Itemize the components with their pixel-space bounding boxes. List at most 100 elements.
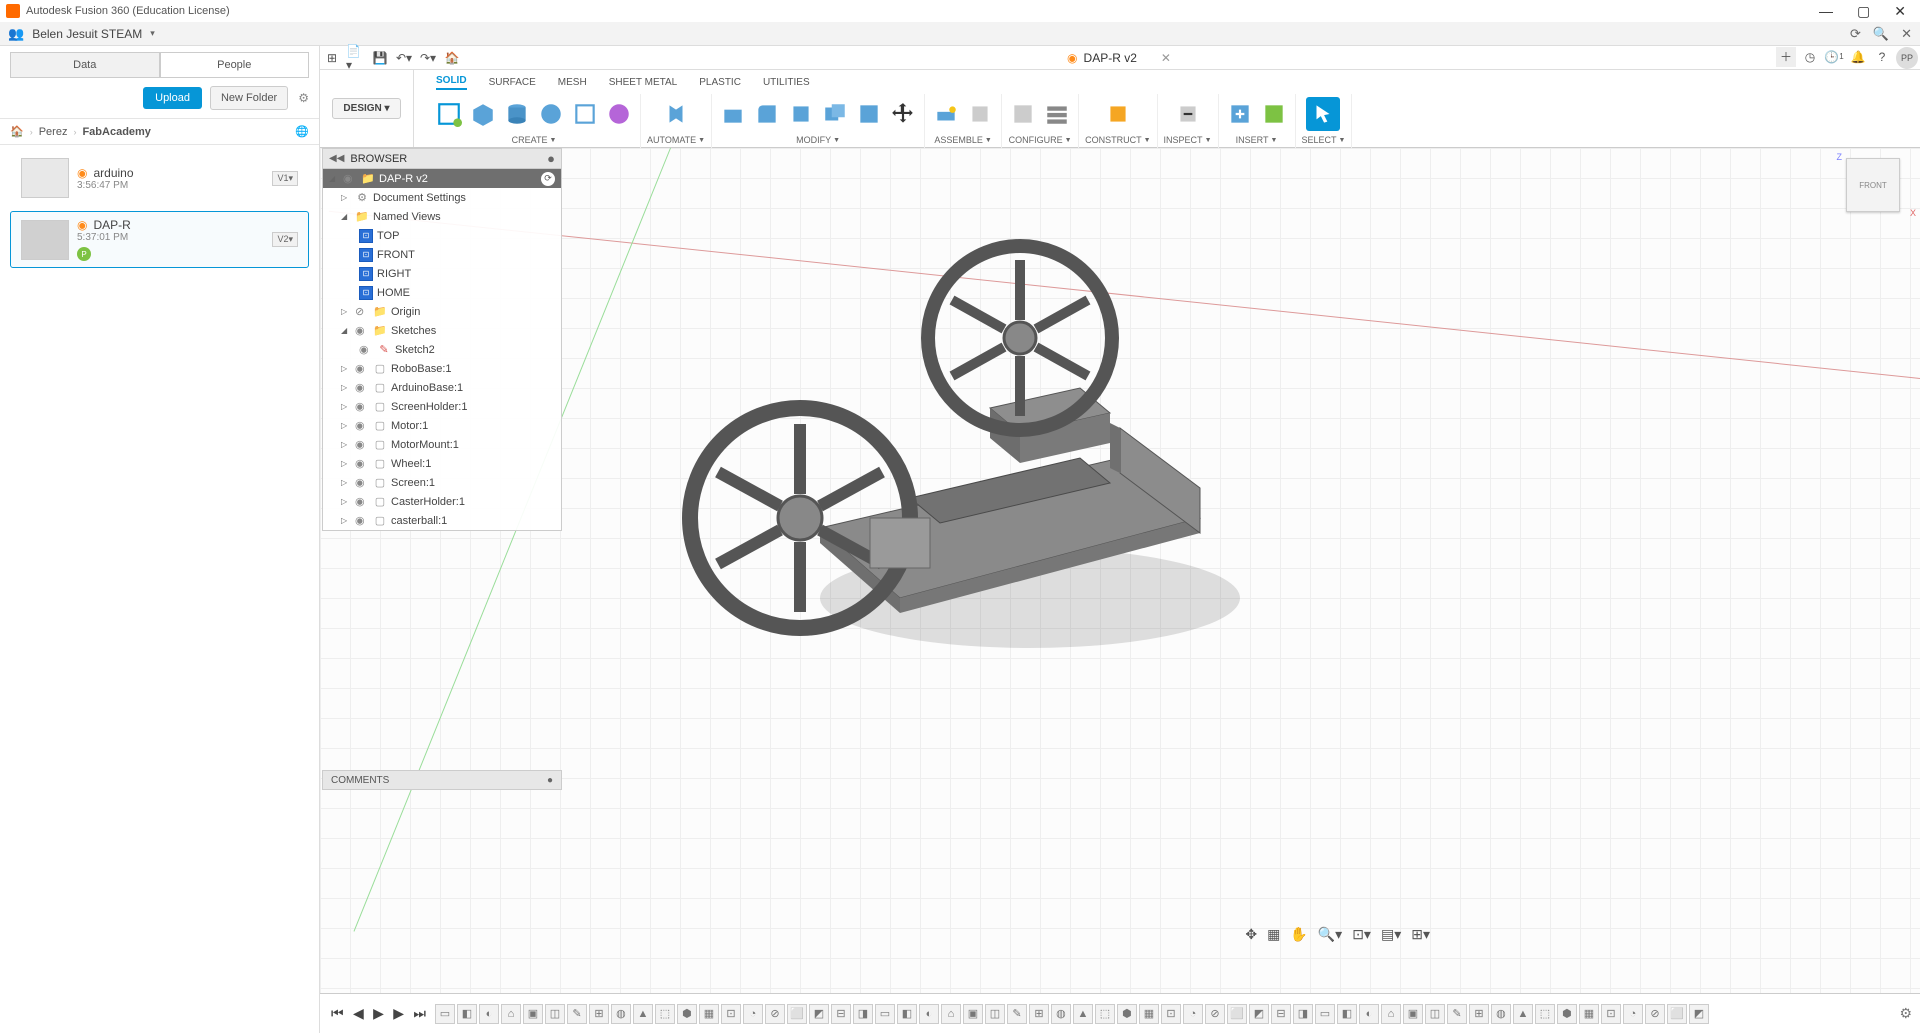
timeline-step[interactable]: ◐: [479, 1004, 499, 1024]
tab-solid[interactable]: SOLID: [436, 75, 467, 90]
timeline-step[interactable]: ◧: [1337, 1004, 1357, 1024]
timeline-step[interactable]: ◍: [1491, 1004, 1511, 1024]
timeline-step[interactable]: ⊘: [765, 1004, 785, 1024]
timeline-step[interactable]: ▣: [963, 1004, 983, 1024]
grid-icon[interactable]: ⊞: [322, 48, 342, 68]
minimize-icon[interactable]: —: [1819, 3, 1833, 20]
timeline-step[interactable]: ⊟: [831, 1004, 851, 1024]
browser-comp[interactable]: ▷◉▢Motor:1: [323, 416, 561, 435]
doc-tab[interactable]: ◉ DAP-R v2 ✕: [1057, 46, 1181, 69]
tl-prev-icon[interactable]: ◀: [350, 1005, 367, 1021]
sketch-item[interactable]: ◉✎Sketch2: [323, 340, 561, 359]
torus-icon[interactable]: [570, 99, 600, 129]
gear-icon[interactable]: ⚙: [298, 91, 309, 105]
browser-comp[interactable]: ▷◉▢casterball:1: [323, 511, 561, 530]
timeline-step[interactable]: ◩: [1249, 1004, 1269, 1024]
help-icon[interactable]: ?: [1872, 47, 1892, 67]
timeline-step[interactable]: ◔: [1183, 1004, 1203, 1024]
timeline-step[interactable]: ⌂: [1381, 1004, 1401, 1024]
timeline-step[interactable]: ◍: [611, 1004, 631, 1024]
redo-icon[interactable]: ↷▾: [418, 48, 438, 68]
tl-start-icon[interactable]: ⏮: [328, 1005, 347, 1021]
file-menu-icon[interactable]: 📄▾: [346, 48, 366, 68]
configure-icon[interactable]: [1008, 99, 1038, 129]
browser-comp[interactable]: ▷◉▢Screen:1: [323, 473, 561, 492]
extensions-icon[interactable]: ◷: [1800, 47, 1820, 67]
timeline-step[interactable]: ◩: [1689, 1004, 1709, 1024]
tl-end-icon[interactable]: ⏭: [410, 1005, 429, 1021]
lookat-icon[interactable]: ▦: [1267, 926, 1280, 943]
select-icon[interactable]: [1306, 97, 1340, 131]
form-icon[interactable]: [604, 99, 634, 129]
root-badge[interactable]: ⟳: [541, 172, 555, 186]
split-icon[interactable]: [854, 99, 884, 129]
close-panel-icon[interactable]: ✕: [1901, 26, 1912, 42]
minimize-icon[interactable]: ●: [547, 151, 555, 166]
timeline-step[interactable]: ✎: [1007, 1004, 1027, 1024]
home-crumb-icon[interactable]: 🏠: [10, 125, 24, 138]
browser-comp[interactable]: ▷◉▢MotorMount:1: [323, 435, 561, 454]
file-card[interactable]: ◉arduino 3:56:47 PM V1▾: [10, 151, 309, 205]
file-version[interactable]: V1▾: [272, 171, 298, 186]
tab-mesh[interactable]: MESH: [558, 77, 587, 88]
new-folder-button[interactable]: New Folder: [210, 86, 288, 110]
collapse-icon[interactable]: ◀◀: [329, 153, 344, 164]
workspace-switcher[interactable]: DESIGN ▾: [320, 70, 414, 147]
timeline-step[interactable]: ⊘: [1205, 1004, 1225, 1024]
browser-sketches[interactable]: ◢◉📁Sketches: [323, 321, 561, 340]
comments-toggle-icon[interactable]: ●: [547, 775, 553, 786]
zoom-icon[interactable]: 🔍▾: [1318, 926, 1342, 943]
browser-named-views[interactable]: ◢📁Named Views: [323, 207, 561, 226]
new-tab-icon[interactable]: ＋: [1776, 47, 1796, 67]
timeline-step[interactable]: ✎: [1447, 1004, 1467, 1024]
save-icon[interactable]: 💾: [370, 48, 390, 68]
timeline-step[interactable]: ▦: [1139, 1004, 1159, 1024]
move-icon[interactable]: [888, 99, 918, 129]
tl-play-icon[interactable]: ▶: [370, 1005, 387, 1021]
timeline-step[interactable]: ◐: [1359, 1004, 1379, 1024]
timeline-step[interactable]: ▲: [633, 1004, 653, 1024]
timeline-step[interactable]: ▭: [875, 1004, 895, 1024]
team-dropdown-icon[interactable]: ▾: [150, 28, 155, 39]
tab-close-icon[interactable]: ✕: [1161, 51, 1171, 65]
tab-utilities[interactable]: UTILITIES: [763, 77, 810, 88]
shell-icon[interactable]: [786, 99, 816, 129]
timeline-step[interactable]: ⊞: [589, 1004, 609, 1024]
construct-icon[interactable]: [1101, 97, 1135, 131]
browser-comp[interactable]: ▷◉▢CasterHolder:1: [323, 492, 561, 511]
timeline-step[interactable]: ⬜: [787, 1004, 807, 1024]
crumb-2[interactable]: FabAcademy: [82, 126, 150, 138]
tab-sheetmetal[interactable]: SHEET METAL: [609, 77, 678, 88]
timeline-step[interactable]: ⬜: [1227, 1004, 1247, 1024]
crumb-1[interactable]: Perez: [39, 126, 68, 138]
timeline-step[interactable]: ◍: [1051, 1004, 1071, 1024]
fillet-icon[interactable]: [752, 99, 782, 129]
pan-icon[interactable]: ✋: [1290, 926, 1307, 943]
timeline-step[interactable]: ◔: [743, 1004, 763, 1024]
browser-comp[interactable]: ▷◉▢Wheel:1: [323, 454, 561, 473]
comments-panel[interactable]: COMMENTS ●: [322, 770, 562, 790]
undo-icon[interactable]: ↶▾: [394, 48, 414, 68]
box-icon[interactable]: [468, 99, 498, 129]
presspull-icon[interactable]: [718, 99, 748, 129]
cylinder-icon[interactable]: [502, 99, 532, 129]
close-icon[interactable]: ✕: [1894, 3, 1906, 20]
timeline-step[interactable]: ⊟: [1271, 1004, 1291, 1024]
fit-icon[interactable]: ⊡▾: [1352, 926, 1371, 943]
combine-icon[interactable]: [820, 99, 850, 129]
browser-comp[interactable]: ▷◉▢ScreenHolder:1: [323, 397, 561, 416]
timeline-step[interactable]: ▲: [1513, 1004, 1533, 1024]
timeline-step[interactable]: ⬢: [677, 1004, 697, 1024]
display-icon[interactable]: ▤▾: [1381, 926, 1401, 943]
decal-icon[interactable]: [1259, 99, 1289, 129]
timeline-step[interactable]: ⌂: [501, 1004, 521, 1024]
timeline-step[interactable]: ◔: [1623, 1004, 1643, 1024]
upload-button[interactable]: Upload: [143, 87, 202, 109]
timeline-step[interactable]: ⬜: [1667, 1004, 1687, 1024]
timeline-step[interactable]: ⬢: [1117, 1004, 1137, 1024]
timeline-step[interactable]: ⬚: [1095, 1004, 1115, 1024]
search-icon[interactable]: 🔍: [1873, 26, 1889, 42]
timeline-step[interactable]: ⊘: [1645, 1004, 1665, 1024]
timeline-step[interactable]: ⌂: [941, 1004, 961, 1024]
tab-data[interactable]: Data: [10, 52, 160, 78]
